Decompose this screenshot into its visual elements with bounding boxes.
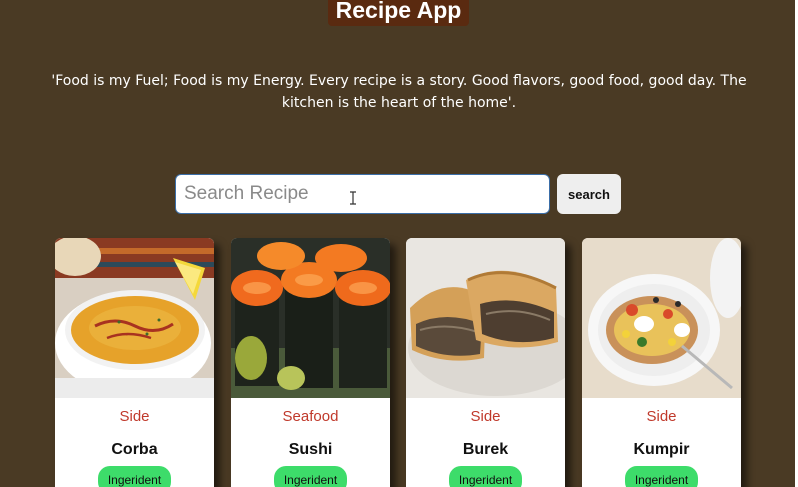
sushi-image [231, 238, 390, 398]
tagline: 'Food is my Fuel; Food is my Energy. Eve… [51, 73, 747, 111]
recipe-app-page: Recipe App 'Food is my Fuel; Food is my … [0, 0, 798, 487]
recipe-category: Side [646, 408, 677, 425]
recipe-name: Sushi [288, 441, 333, 458]
recipe-category: Side [470, 408, 501, 425]
ingredient-button[interactable]: Ingerident [625, 466, 698, 487]
ingredient-button[interactable]: Ingerident [449, 466, 522, 487]
recipe-category: Seafood [282, 408, 339, 425]
pastry-image [406, 238, 565, 398]
soup-image [55, 238, 214, 398]
recipe-category: Side [119, 408, 150, 425]
recipe-card[interactable]: Side Kumpir Ingerident [582, 238, 741, 487]
text-cursor-icon [350, 191, 356, 205]
ingredient-button[interactable]: Ingerident [274, 466, 347, 487]
recipe-name: Corba [111, 441, 158, 458]
recipe-name: Kumpir [633, 441, 690, 458]
search-input[interactable] [175, 174, 550, 214]
recipe-card[interactable]: Side Burek Ingerident [406, 238, 565, 487]
recipe-card[interactable]: Side Corba Ingerident [55, 238, 214, 487]
recipe-name: Burek [462, 441, 509, 458]
search-button[interactable]: search [557, 174, 621, 214]
ingredient-button[interactable]: Ingerident [98, 466, 171, 487]
recipe-card[interactable]: Seafood Sushi Ingerident [231, 238, 390, 487]
stuffed-potato-image [582, 238, 741, 398]
app-title: Recipe App [328, 0, 469, 26]
